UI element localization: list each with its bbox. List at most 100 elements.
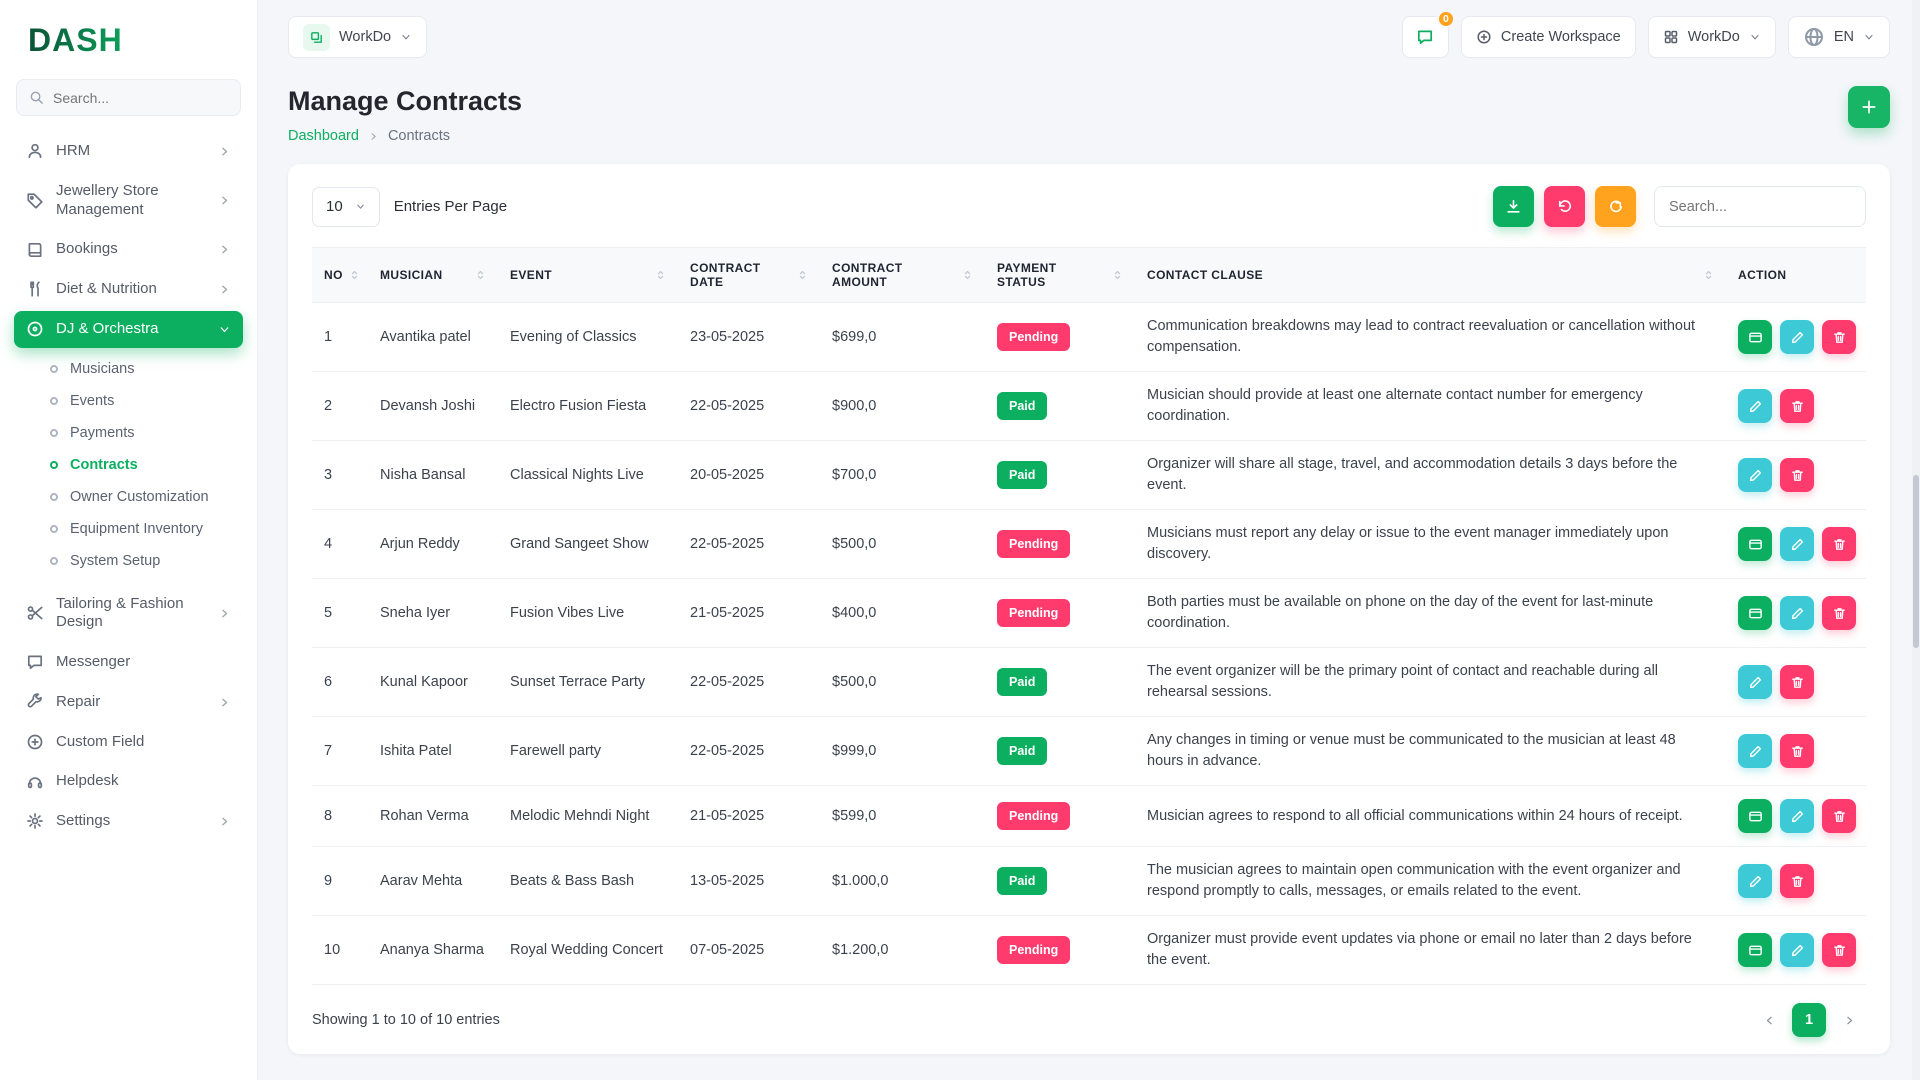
sidebar-subitem-owner-customization[interactable]: Owner Customization [0,481,257,513]
column-header-contract-date[interactable]: CONTRACT DATE [678,248,820,303]
edit-button[interactable] [1738,665,1772,699]
column-header-payment-status[interactable]: PAYMENT STATUS [985,248,1135,303]
payment-status-badge: Pending [997,936,1070,964]
sidebar-subitem-equipment-inventory[interactable]: Equipment Inventory [0,513,257,545]
edit-button[interactable] [1780,799,1814,833]
column-label: CONTACT CLAUSE [1147,268,1263,282]
create-workspace-button[interactable]: Create Workspace [1461,16,1636,58]
payment-status-badge: Paid [997,392,1047,420]
sidebar-item-tailoring-fashion-design[interactable]: Tailoring & Fashion Design [14,586,243,642]
delete-button[interactable] [1780,734,1814,768]
edit-button[interactable] [1780,596,1814,630]
sidebar-item-repair[interactable]: Repair [14,684,243,721]
sidebar-subitem-payments[interactable]: Payments [0,417,257,449]
column-header-contact-clause[interactable]: CONTACT CLAUSE [1135,248,1726,303]
column-header-musician[interactable]: MUSICIAN [368,248,498,303]
delete-button[interactable] [1780,389,1814,423]
undo-button[interactable] [1544,186,1585,227]
contract-row: 4Arjun ReddyGrand Sangeet Show22-05-2025… [312,510,1866,579]
sidebar-item-label: HRM [56,142,206,161]
sidebar-item-dj-orchestra[interactable]: DJ & Orchestra [14,311,243,348]
export-button[interactable] [1493,186,1534,227]
pay-button[interactable] [1738,320,1772,354]
sidebar-subitem-musicians[interactable]: Musicians [0,353,257,385]
workspace-switcher[interactable]: WorkDo [288,16,427,58]
column-label: MUSICIAN [380,268,443,282]
delete-button[interactable] [1822,933,1856,967]
language-dropdown[interactable]: EN [1788,16,1890,58]
sidebar-item-diet-nutrition[interactable]: Diet & Nutrition [14,271,243,308]
column-header-no[interactable]: NO [312,248,368,303]
apps-dropdown[interactable]: WorkDo [1648,16,1776,58]
column-header-contract-amount[interactable]: CONTRACT AMOUNT [820,248,985,303]
add-contract-button[interactable] [1848,86,1890,128]
pencil-icon [1790,330,1805,345]
sidebar-item-custom-field[interactable]: Custom Field [14,724,243,761]
cell-contract-amount: $699,0 [820,303,985,372]
edit-button[interactable] [1780,933,1814,967]
contract-row: 6Kunal KapoorSunset Terrace Party22-05-2… [312,648,1866,717]
cell-contract-date: 23-05-2025 [678,303,820,372]
pagination: 1 [1752,1003,1866,1037]
edit-button[interactable] [1780,320,1814,354]
pay-button[interactable] [1738,527,1772,561]
pay-button[interactable] [1738,596,1772,630]
pay-button[interactable] [1738,799,1772,833]
language-label: EN [1834,29,1854,45]
delete-button[interactable] [1822,527,1856,561]
edit-button[interactable] [1780,527,1814,561]
sidebar-subitem-contracts[interactable]: Contracts [0,449,257,481]
page-scrollbar[interactable] [1912,0,1920,1080]
sidebar-subitem-events[interactable]: Events [0,385,257,417]
column-header-event[interactable]: EVENT [498,248,678,303]
previous-page-button[interactable] [1752,1003,1786,1037]
table-search-input[interactable] [1669,199,1851,215]
messages-button[interactable]: 0 [1402,16,1449,58]
entries-per-page-select[interactable]: 10 [312,187,380,227]
breadcrumb-dashboard-link[interactable]: Dashboard [288,128,359,144]
sidebar-item-hrm[interactable]: HRM [14,133,243,170]
cell-actions [1726,372,1866,441]
delete-button[interactable] [1822,596,1856,630]
sidebar-item-jewellery-store-management[interactable]: Jewellery Store Management [14,173,243,229]
delete-button[interactable] [1780,665,1814,699]
bullet-icon [50,397,58,405]
table-search[interactable] [1654,186,1866,227]
cell-no: 9 [312,847,368,916]
cell-musician: Rohan Verma [368,786,498,847]
delete-button[interactable] [1822,799,1856,833]
cell-contract-date: 07-05-2025 [678,916,820,985]
headset-icon [26,773,44,791]
contracts-card: 10 Entries Per Page [288,164,1890,1054]
chevron-left-icon [1763,1014,1776,1027]
cell-actions [1726,648,1866,717]
sidebar-item-messenger[interactable]: Messenger [14,644,243,681]
sidebar-item-bookings[interactable]: Bookings [14,231,243,268]
sidebar-item-helpdesk[interactable]: Helpdesk [14,763,243,800]
cell-event: Sunset Terrace Party [498,648,678,717]
next-page-button[interactable] [1832,1003,1866,1037]
delete-button[interactable] [1822,320,1856,354]
edit-button[interactable] [1738,458,1772,492]
cell-payment-status: Paid [985,648,1135,717]
sidebar-item-settings[interactable]: Settings [14,803,243,840]
delete-button[interactable] [1780,458,1814,492]
sidebar-subitem-system-setup[interactable]: System Setup [0,545,257,577]
sidebar-search-input[interactable] [53,90,228,106]
edit-button[interactable] [1738,389,1772,423]
delete-button[interactable] [1780,864,1814,898]
credit-card-icon [1748,943,1763,958]
page-1-button[interactable]: 1 [1792,1003,1826,1037]
refresh-button[interactable] [1595,186,1636,227]
cell-contact-clause: Organizer will share all stage, travel, … [1135,441,1726,510]
sidebar-subitem-label: Events [70,393,114,409]
sidebar-search[interactable] [16,79,241,116]
edit-button[interactable] [1738,864,1772,898]
trash-icon [1790,468,1805,483]
sidebar-subitem-label: System Setup [70,553,160,569]
topbar-right: 0 Create Workspace WorkDo EN [1402,16,1890,58]
pay-button[interactable] [1738,933,1772,967]
edit-button[interactable] [1738,734,1772,768]
chat-icon [26,653,44,671]
scrollbar-thumb[interactable] [1913,475,1919,648]
